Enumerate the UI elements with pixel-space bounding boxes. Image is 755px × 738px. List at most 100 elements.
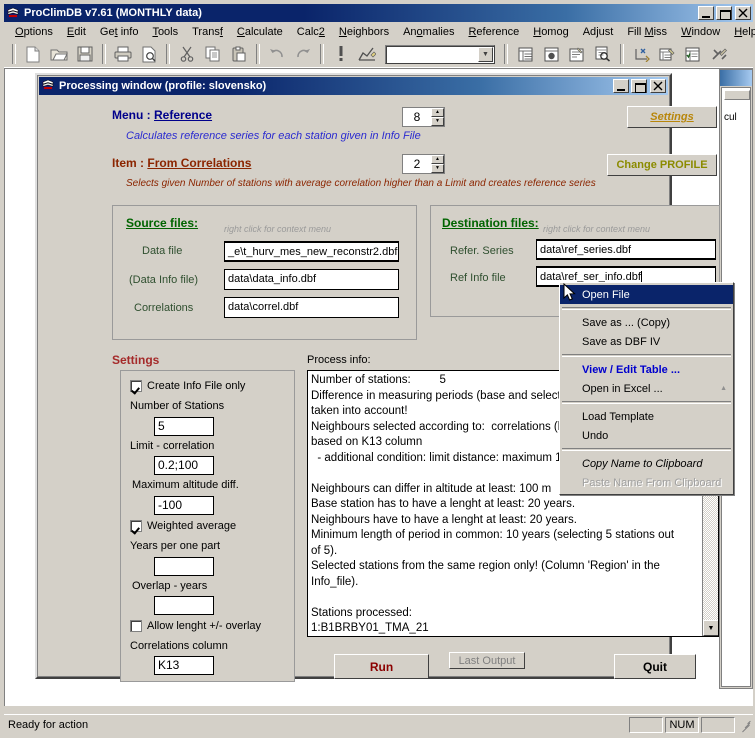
minimize-icon[interactable] [613,79,629,93]
menu-homog[interactable]: Homog [526,24,575,40]
allow-length-overlay-checkbox[interactable]: Allow lenght +/- overlay [130,620,261,632]
new-file-icon[interactable] [21,43,45,65]
refer-series-input[interactable]: data\ref_series.dbf [536,239,716,260]
number-of-stations-input[interactable]: 5 [154,417,214,436]
copy-icon[interactable] [201,43,225,65]
close-icon[interactable] [650,79,666,93]
tools-icon[interactable] [707,43,731,65]
menu-spinner-buttons[interactable]: ▲ ▼ [431,108,444,126]
context-menu-item-save-as-dbf-iv[interactable]: Save as DBF IV [560,332,733,351]
minimize-icon[interactable] [698,6,714,20]
weighted-average-checkbox[interactable]: Weighted average [130,520,236,532]
menu-window[interactable]: Window [674,24,727,40]
menu-get-info[interactable]: Get info [93,24,146,40]
menu-bar: Options Edit Get info Tools Transf Calcu… [4,22,755,41]
data-file-label: Data file [142,245,183,257]
context-menu-item-open-in-excel[interactable]: Open in Excel ... ▲ [560,379,733,398]
menu-spinner[interactable]: 8 ▲ ▼ [402,107,445,127]
menu-tools[interactable]: Tools [145,24,185,40]
settings-button[interactable]: Settings [627,106,717,128]
correlations-file-input[interactable]: data\correl.dbf [224,297,399,318]
data-file-input[interactable]: _e\t_hurv_mes_new_reconstr2.dbf [224,241,399,262]
menu-reference[interactable]: Reference [461,24,526,40]
find-table-icon[interactable] [591,43,615,65]
context-menu-separator [562,354,731,357]
last-output-button[interactable]: Last Output [449,652,525,669]
context-menu-item-open-file[interactable]: Open File [560,285,733,304]
context-menu-item-save-as-copy[interactable]: Save as ... (Copy) [560,313,733,332]
menu-options[interactable]: Options [8,24,60,40]
item-spinner-buttons[interactable]: ▲ ▼ [431,155,444,173]
status-bar: Ready for action NUM [4,714,753,734]
correlations-column-input[interactable]: K13 [154,656,214,675]
properties-icon[interactable] [565,43,589,65]
context-menu-item-copy-name-to-clipboard[interactable]: Copy Name to Clipboard [560,454,733,473]
max-altitude-diff-input[interactable]: -100 [154,496,214,515]
spinner-up-icon[interactable]: ▲ [431,155,444,164]
context-menu-item-label: Open in Excel ... [582,382,663,395]
item-spinner[interactable]: 2 ▲ ▼ [402,154,445,174]
maximize-icon[interactable] [631,79,647,93]
item-row-value[interactable]: From Correlations [147,156,251,170]
allow-length-overlay-label: Allow lenght +/- overlay [147,620,262,632]
spinner-down-icon[interactable]: ▼ [431,164,444,173]
context-menu-item-label: Open File [582,288,630,301]
context-menu-item-label: Save as DBF IV [582,335,661,348]
save-disk-icon[interactable] [73,43,97,65]
menu-transf[interactable]: Transf [185,24,230,40]
close-icon[interactable] [735,6,751,20]
table-stamp-icon[interactable] [539,43,563,65]
edit-table-icon[interactable] [655,43,679,65]
create-info-file-only-checkbox[interactable]: Create Info File only [130,380,245,392]
redo-icon[interactable] [291,43,315,65]
application-window: ProClimDB v7.61 (MONTHLY data) Options E… [0,0,755,738]
change-profile-button[interactable]: Change PROFILE [607,154,717,176]
menu-fill-miss[interactable]: Fill Miss [620,24,674,40]
scroll-down-icon[interactable]: ▼ [703,620,718,636]
undo-icon[interactable] [265,43,289,65]
chart-edit-icon[interactable] [355,43,379,65]
menu-anomalies[interactable]: Anomalies [396,24,461,40]
branch-icon[interactable] [629,43,653,65]
years-per-part-input[interactable] [154,557,214,576]
context-menu-item-load-template[interactable]: Load Template [560,407,733,426]
limit-correlation-input[interactable]: 0.2;100 [154,456,214,475]
app-books-icon [6,6,20,20]
open-folder-icon[interactable] [47,43,71,65]
print-icon[interactable] [111,43,135,65]
background-window-titlebar [720,70,752,86]
table-view-icon[interactable] [513,43,537,65]
chevron-down-icon[interactable]: ▼ [478,46,493,62]
cut-scissors-icon[interactable] [175,43,199,65]
menu-row-label: Menu : [112,108,151,122]
checklist-icon[interactable] [681,43,705,65]
menu-help[interactable]: Help [727,24,755,40]
context-menu-item-undo[interactable]: Undo [560,426,733,445]
data-info-file-input[interactable]: data\data_info.dbf [224,269,399,290]
menu-neighbors[interactable]: Neighbors [332,24,396,40]
run-button[interactable]: Run [334,654,429,679]
menu-row-value[interactable]: Reference [154,108,212,122]
window-controls [698,6,751,20]
exclamation-icon[interactable] [329,43,353,65]
context-menu-item-view-edit-table[interactable]: View / Edit Table ... [560,360,733,379]
settings-button-label: Settings [650,111,694,123]
quit-button[interactable]: Quit [614,654,696,679]
toolbar-combo[interactable]: ▼ [385,44,495,64]
spinner-down-icon[interactable]: ▼ [431,117,444,126]
menu-calculate[interactable]: Calculate [230,24,290,40]
paste-icon[interactable] [227,43,251,65]
menu-row: Menu : Reference [112,108,212,122]
overlap-years-input[interactable] [154,596,214,615]
resize-grip-icon[interactable] [737,718,751,732]
quit-button-label: Quit [643,659,667,674]
print-preview-icon[interactable] [137,43,161,65]
maximize-icon[interactable] [716,6,732,20]
status-pane-num: NUM [665,716,699,733]
spinner-up-icon[interactable]: ▲ [431,108,444,117]
menu-calc2[interactable]: Calc2 [290,24,332,40]
menu-edit[interactable]: Edit [60,24,93,40]
context-menu-item-label: View / Edit Table ... [582,363,681,376]
processing-window-titlebar: Processing window (profile: slovensko) [39,77,668,95]
menu-adjust[interactable]: Adjust [576,24,621,40]
